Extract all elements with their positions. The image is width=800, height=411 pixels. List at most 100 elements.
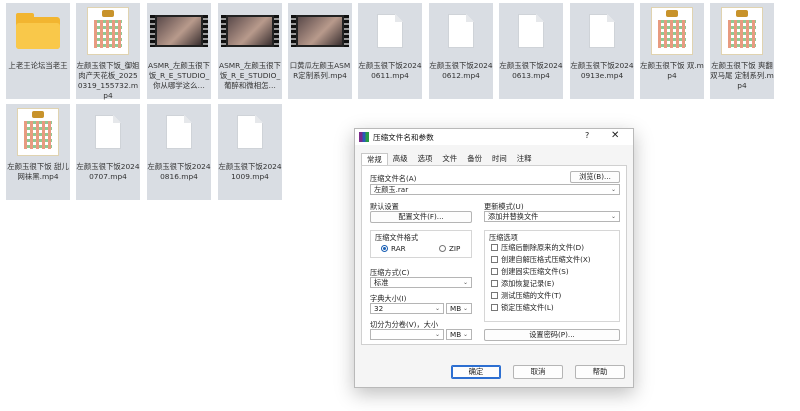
file-icon [499,3,563,59]
file-name: 左颜玉很下饭 甜儿 网袜黑.mp4 [7,162,69,181]
sfx-checkbox[interactable] [491,256,498,263]
archive-dialog: 压缩文件名和参数 ? ✕ 常规 高级 选项 文件 备份 时间 注释 压缩文件名(… [354,128,634,388]
dialog-titlebar: 压缩文件名和参数 ? ✕ [355,129,633,145]
format-label: 压缩文件格式 [375,233,419,242]
file-item[interactable]: ASMR_左颜玉很下饭_R_E_STUDIO_你从哪学这么… [147,3,211,99]
file-name: 左颜玉很下饭_御姐肉产天花板_20250319_155732.mp4 [76,61,140,100]
dict-unit-select[interactable]: MB ⌄ [446,303,472,314]
set-password-button[interactable]: 设置密码(P)... [484,329,620,341]
file-name: ASMR_左颜玉很下饭_R_E_STUDIO_葡醉和微相怎… [219,61,281,90]
test-checkbox[interactable] [491,292,498,299]
option-label: 锁定压缩文件(L) [501,303,554,312]
archive-name-value: 左颜玉.rar [374,185,409,194]
video-thumbnail [218,3,282,59]
chevron-down-icon: ⌄ [434,305,440,312]
option-label: 压缩后删除原来的文件(D) [501,243,585,252]
tab-general[interactable]: 常规 [361,153,388,165]
file-item[interactable]: 左颜玉很下饭20240613.mp4 [499,3,563,99]
options-label: 压缩选项 [489,233,518,242]
file-item[interactable]: 左颜玉很下饭20240816.mp4 [147,104,211,200]
dict-value: 32 [374,304,384,313]
archive-name-field[interactable]: 左颜玉.rar ⌄ [370,184,620,195]
file-item[interactable]: 上老王论坛当老王 [6,3,70,99]
tab-options[interactable]: 选项 [413,153,438,165]
dict-select[interactable]: 32 ⌄ [370,303,444,314]
file-item[interactable]: 左颜玉很下饭20240707.mp4 [76,104,140,200]
tab-files[interactable]: 文件 [437,153,462,165]
rar-radio[interactable] [381,245,388,252]
file-icon [570,3,634,59]
update-mode-select[interactable]: 添加并替换文件 ⌄ [484,211,620,222]
rar-label: RAR [391,244,406,253]
file-name: ASMR_左颜玉很下饭_R_E_STUDIO_你从哪学这么… [148,61,210,90]
dialog-tabs: 常规 高级 选项 文件 备份 时间 注释 [361,153,537,165]
file-name: 左颜玉很下饭20240611.mp4 [358,61,422,80]
chevron-down-icon: ⌄ [462,305,468,312]
format-group: 压缩文件格式 RAR ZIP [370,230,472,258]
chevron-down-icon: ⌄ [462,331,468,338]
qr-thumbnail [76,3,140,59]
split-select[interactable]: ⌄ [370,329,444,340]
file-item[interactable]: 左颜玉很下饭20241009.mp4 [218,104,282,200]
file-item[interactable]: 左颜玉很下饭_御姐肉产天花板_20250319_155732.mp4 [76,3,140,100]
winrar-icon [359,132,369,142]
solid-checkbox[interactable] [491,268,498,275]
ok-button[interactable]: 确定 [451,365,501,379]
archive-name-label: 压缩文件名(A) [370,174,417,183]
option-label: 测试压缩的文件(T) [501,291,562,300]
file-item[interactable]: 左颜玉很下饭20240612.mp4 [429,3,493,99]
tab-comment[interactable]: 注释 [512,153,537,165]
file-item[interactable]: ASMR_左颜玉很下饭_R_E_STUDIO_葡醉和微相怎… [218,3,282,99]
file-name: 左颜玉很下饭20240707.mp4 [76,162,140,181]
method-value: 标准 [374,278,389,287]
file-icon [76,104,140,160]
cancel-button[interactable]: 取消 [513,365,563,379]
option-label: 创建自解压格式压缩文件(X) [501,255,591,264]
chevron-down-icon: ⌄ [610,213,616,220]
split-unit-select[interactable]: MB ⌄ [446,329,472,340]
help-button[interactable]: 帮助 [575,365,625,379]
recovery-checkbox[interactable] [491,280,498,287]
file-item[interactable]: 左颜玉很下饭20240611.mp4 [358,3,422,99]
chevron-down-icon: ⌄ [610,186,616,193]
qr-thumbnail [710,3,774,59]
method-select[interactable]: 标准 ⌄ [370,277,472,288]
file-name: 左颜玉很下饭 双.mp4 [640,61,704,80]
browse-button[interactable]: 浏览(B)... [570,171,620,183]
tab-time[interactable]: 时间 [487,153,512,165]
delete-after-checkbox[interactable] [491,244,498,251]
file-item[interactable]: 左颜玉很下饭 爽翻双马尾 定制系列.mp4 [710,3,774,99]
zip-radio[interactable] [439,245,446,252]
folder-icon [6,3,70,59]
tab-backup[interactable]: 备份 [462,153,487,165]
file-item[interactable]: 左颜玉很下饭 甜儿 网袜黑.mp4 [6,104,70,200]
split-unit: MB [450,330,462,339]
dict-unit: MB [450,304,462,313]
file-icon [218,104,282,160]
file-icon [358,3,422,59]
video-thumbnail [288,3,352,59]
option-label: 创建固实压缩文件(S) [501,267,569,276]
file-item[interactable]: 左颜玉很下饭 双.mp4 [640,3,704,99]
file-name: 左颜玉很下饭20240816.mp4 [147,162,211,181]
qr-thumbnail [640,3,704,59]
options-group: 压缩选项 压缩后删除原来的文件(D) 创建自解压格式压缩文件(X) 创建固实压缩… [484,230,620,322]
file-item[interactable]: 口黄瓜左颜玉ASMR定制系列.mp4 [288,3,352,99]
profiles-button[interactable]: 配置文件(F)... [370,211,472,223]
help-icon[interactable]: ? [585,131,589,140]
dialog-title: 压缩文件名和参数 [373,133,434,142]
file-icon [429,3,493,59]
video-thumbnail [147,3,211,59]
file-name: 左颜玉很下饭20240913e.mp4 [570,61,634,80]
update-mode-value: 添加并替换文件 [488,212,539,221]
close-icon[interactable]: ✕ [611,130,619,141]
lock-checkbox[interactable] [491,304,498,311]
chevron-down-icon: ⌄ [462,279,468,286]
tab-advanced[interactable]: 高级 [388,153,413,165]
file-name: 左颜玉很下饭 爽翻双马尾 定制系列.mp4 [710,61,774,90]
general-panel: 压缩文件名(A) 浏览(B)... 左颜玉.rar ⌄ 默认设置 配置文件(F)… [361,165,627,345]
chevron-down-icon: ⌄ [434,331,440,338]
file-item[interactable]: 左颜玉很下饭20240913e.mp4 [570,3,634,99]
file-name: 左颜玉很下饭20240613.mp4 [499,61,563,80]
file-name: 上老王论坛当老王 [8,61,68,70]
